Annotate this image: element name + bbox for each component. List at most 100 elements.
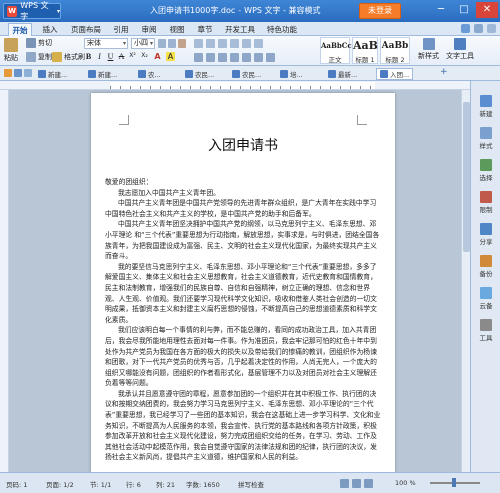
- add-tab-icon[interactable]: +: [440, 67, 448, 77]
- font-color-icon[interactable]: A: [153, 52, 162, 61]
- subscript-icon[interactable]: X₂: [140, 52, 149, 59]
- new-style-button[interactable]: 新样式: [418, 38, 439, 61]
- status-spell-check[interactable]: 拼写检查: [238, 479, 264, 489]
- style-heading-2[interactable]: AaBb 标题 2: [380, 37, 410, 64]
- style-heading-2-sample: AaBb: [381, 41, 409, 51]
- side-cloud-button[interactable]: 云备: [473, 287, 499, 310]
- horizontal-ruler[interactable]: [0, 81, 500, 90]
- paragraph: 我的要坚信马克思列宁主义、毛泽东思想、邓小平理论和“三个代表”重要思想，多多了解…: [105, 262, 377, 324]
- doc-tab-7[interactable]: 最新...: [328, 68, 357, 80]
- increase-indent-icon[interactable]: [230, 39, 239, 48]
- minimize-button[interactable]: ─: [430, 2, 452, 18]
- superscript-icon[interactable]: X²: [128, 52, 137, 59]
- italic-icon[interactable]: I: [95, 52, 104, 61]
- side-share-button[interactable]: 分享: [473, 223, 499, 246]
- justify-icon[interactable]: [230, 53, 239, 62]
- login-button[interactable]: 未登录: [359, 3, 401, 19]
- font-size-select[interactable]: 小四: [131, 38, 155, 49]
- document-icon: [38, 70, 46, 78]
- doc-tab-3[interactable]: 农...: [138, 68, 161, 80]
- maximize-button[interactable]: □: [453, 2, 475, 18]
- format-painter-button[interactable]: 格式刷: [52, 52, 85, 62]
- save-icon[interactable]: [14, 69, 22, 77]
- zoom-level[interactable]: 100 %: [395, 479, 416, 487]
- status-words[interactable]: 字数: 1650: [186, 479, 220, 489]
- doc-tab-1[interactable]: 新建...: [38, 68, 67, 80]
- grow-font-icon[interactable]: [158, 39, 166, 48]
- doc-tab-6[interactable]: 培...: [280, 68, 303, 80]
- bullet-list-icon[interactable]: [194, 39, 203, 48]
- style-icon: [480, 127, 492, 139]
- tab-references[interactable]: 引用: [110, 23, 132, 36]
- help-icon[interactable]: [474, 24, 483, 33]
- wrench-icon: [480, 319, 492, 331]
- line-spacing-icon[interactable]: [242, 53, 251, 62]
- document-icon: [232, 70, 240, 78]
- tab-developer[interactable]: 开发工具: [222, 23, 258, 36]
- undo-icon[interactable]: [24, 69, 32, 77]
- decrease-indent-icon[interactable]: [218, 39, 227, 48]
- zoom-slider-handle[interactable]: [452, 478, 456, 487]
- side-label: 工具: [479, 334, 493, 342]
- cut-button[interactable]: 剪切: [26, 38, 52, 48]
- clear-format-icon[interactable]: [178, 39, 186, 48]
- page-view-icon[interactable]: [340, 479, 349, 488]
- vertical-scrollbar[interactable]: [461, 90, 470, 472]
- app-menu-button[interactable]: W WPS 文字 ▾: [3, 1, 61, 21]
- font-name-select[interactable]: 宋体: [84, 38, 128, 49]
- close-button[interactable]: ✕: [476, 2, 498, 18]
- style-normal-sample: AaBbCcD: [321, 41, 358, 50]
- style-normal[interactable]: AaBbCcD 正文: [320, 37, 358, 64]
- tab-view[interactable]: 视图: [166, 23, 188, 36]
- copy-button[interactable]: 复制: [26, 52, 52, 62]
- numbered-list-icon[interactable]: [206, 39, 215, 48]
- bold-icon[interactable]: B: [84, 52, 93, 61]
- shading-icon[interactable]: [266, 53, 275, 62]
- align-left-icon[interactable]: [194, 53, 203, 62]
- skin-icon[interactable]: [461, 24, 470, 33]
- share-icon: [480, 223, 492, 235]
- style-heading-1[interactable]: AaB 标题 1: [352, 37, 378, 64]
- side-restrict-button[interactable]: 限制: [473, 191, 499, 214]
- collapse-ribbon-icon[interactable]: [487, 24, 496, 33]
- show-marks-icon[interactable]: [254, 39, 263, 48]
- side-tools-button[interactable]: 工具: [473, 319, 499, 342]
- borders-icon[interactable]: [254, 53, 263, 62]
- align-right-icon[interactable]: [218, 53, 227, 62]
- side-select-button[interactable]: 选择: [473, 159, 499, 182]
- highlight-icon[interactable]: A: [166, 52, 175, 61]
- text-tools-button[interactable]: 文字工具: [446, 38, 474, 61]
- scrollbar-thumb[interactable]: [463, 102, 470, 252]
- paste-button[interactable]: 粘贴: [4, 38, 18, 63]
- window-title: 入团申请书1000字.doc - WPS 文字 - 兼容模式: [150, 5, 321, 16]
- strikethrough-icon[interactable]: A: [117, 52, 126, 61]
- tab-home[interactable]: 开始: [8, 23, 32, 36]
- underline-icon[interactable]: U: [106, 52, 115, 61]
- side-style-button[interactable]: 样式: [473, 127, 499, 150]
- tab-chapter[interactable]: 章节: [194, 23, 216, 36]
- style-heading-2-label: 标题 2: [385, 56, 405, 64]
- side-backup-button[interactable]: 备份: [473, 255, 499, 278]
- web-view-icon[interactable]: [364, 479, 373, 488]
- tab-review[interactable]: 审阅: [138, 23, 160, 36]
- vertical-ruler[interactable]: [0, 90, 9, 472]
- tab-page-layout[interactable]: 页面布局: [68, 23, 104, 36]
- document-heading: 入团申请书: [208, 138, 278, 154]
- doc-tab-label: 农...: [148, 71, 161, 79]
- side-label: 选择: [479, 174, 493, 182]
- side-new-button[interactable]: 新建: [473, 95, 499, 118]
- shrink-font-icon[interactable]: [168, 39, 176, 48]
- doc-tab-5[interactable]: 农民...: [232, 68, 261, 80]
- tab-insert[interactable]: 插入: [38, 23, 62, 36]
- outline-view-icon[interactable]: [352, 479, 361, 488]
- sort-icon[interactable]: [242, 39, 251, 48]
- doc-tab-label: 入团...: [390, 71, 410, 79]
- tab-features[interactable]: 特色功能: [264, 23, 300, 36]
- quick-access-icon[interactable]: [4, 69, 12, 77]
- status-row: 行: 6: [126, 481, 141, 489]
- doc-tab-4[interactable]: 农民...: [185, 68, 214, 80]
- document-page[interactable]: 入团申请书 敬爱的团组织： 我志愿加入中国共产主义青年团。 中国共产主义青年团是…: [91, 93, 395, 472]
- doc-tab-2[interactable]: 新建...: [88, 68, 117, 80]
- doc-tab-active[interactable]: 入团...: [376, 68, 414, 80]
- align-center-icon[interactable]: [206, 53, 215, 62]
